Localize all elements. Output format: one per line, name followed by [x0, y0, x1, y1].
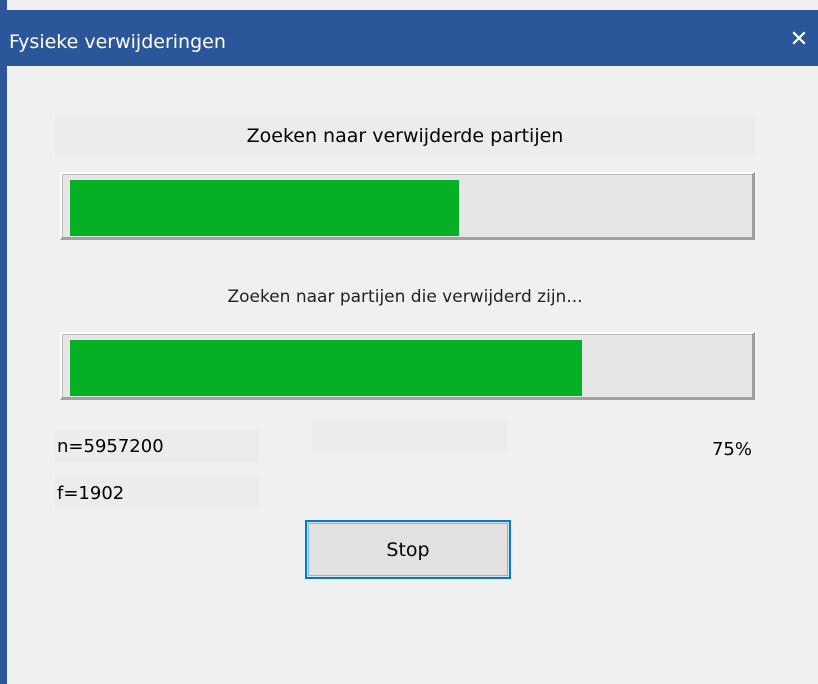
status-subtext: Zoeken naar partijen die verwijderd zijn…: [227, 287, 583, 307]
n-count: n=5957200: [57, 436, 164, 457]
f-count: f=1902: [57, 483, 125, 504]
stop-button[interactable]: Stop: [305, 520, 511, 579]
current-progress-fill: [70, 340, 582, 396]
main-heading: Zoeken naar verwijderde partijen: [246, 125, 564, 147]
middle-status-background: [312, 420, 507, 452]
dialog-window: Fysieke verwijderingen Zoeken naar verwi…: [0, 0, 818, 684]
percent-label: 75%: [711, 439, 752, 460]
overall-progress-fill: [70, 180, 459, 236]
close-icon: [792, 31, 806, 45]
current-progress-bar: [60, 332, 755, 400]
close-button[interactable]: [780, 18, 818, 58]
window-title: Fysieke verwijderingen: [9, 31, 226, 53]
title-bar[interactable]: Fysieke verwijderingen: [7, 10, 818, 66]
overall-progress-bar: [60, 172, 755, 240]
